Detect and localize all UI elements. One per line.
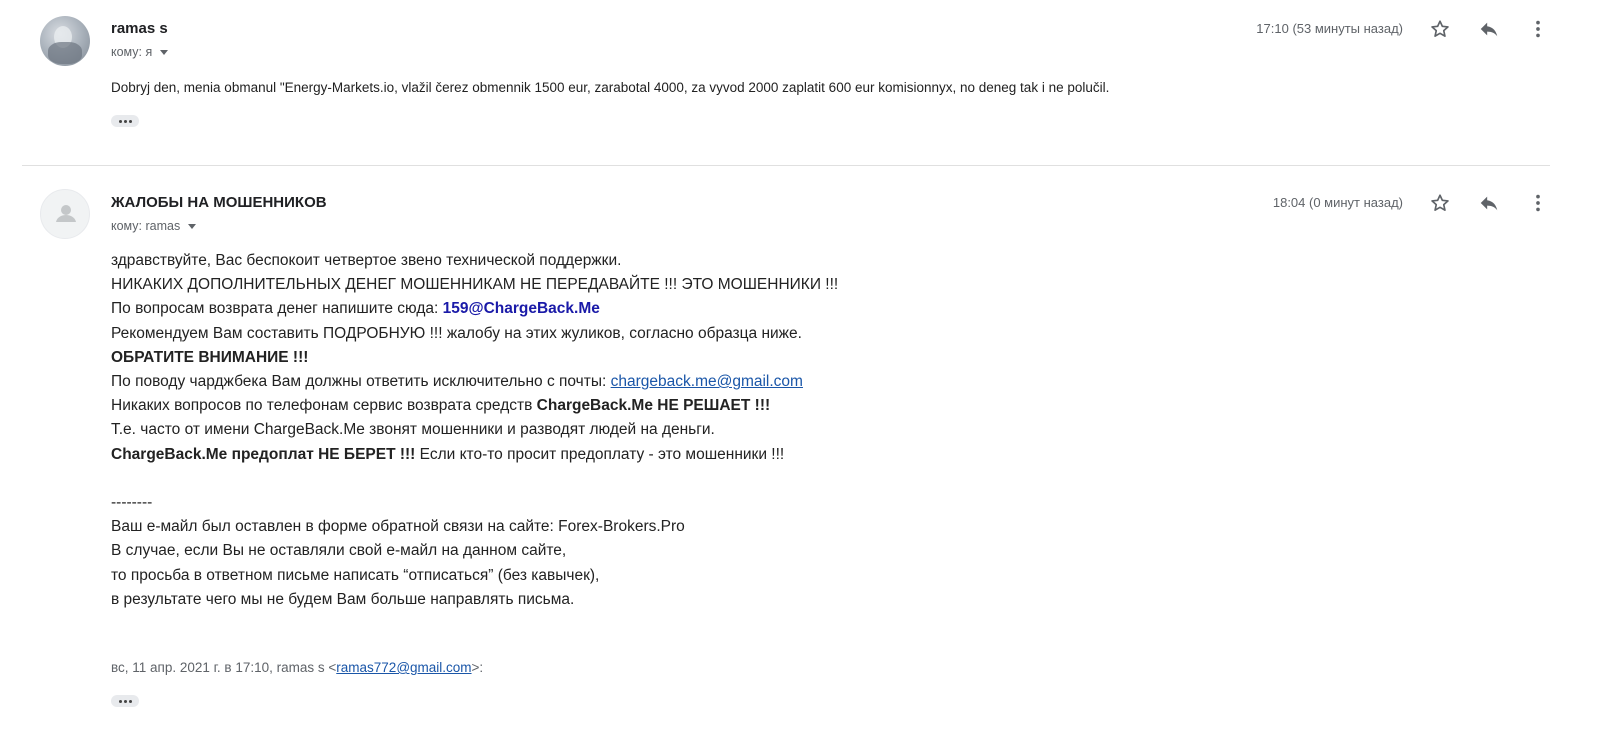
recipient-details-toggle[interactable]: кому: я [111, 45, 169, 59]
body-line: В случае, если Вы не оставляли свой е-ма… [111, 542, 567, 560]
reply-button[interactable] [1477, 191, 1501, 215]
recipient-label: кому: я [111, 45, 153, 59]
recipient-details-toggle[interactable]: кому: ramas [111, 219, 197, 233]
star-button[interactable] [1428, 17, 1452, 41]
star-button[interactable] [1428, 191, 1452, 215]
quote-attribution: вс, 11 апр. 2021 г. в 17:10, ramas s <ra… [111, 660, 484, 675]
recipient-label: кому: ramas [111, 219, 181, 233]
body-line: то просьба в ответном письме написать “о… [111, 566, 600, 584]
body-line: -------- [111, 494, 153, 512]
more-options-button[interactable] [1526, 191, 1550, 215]
more-options-button[interactable] [1526, 17, 1550, 41]
body-line: По поводу чарджбека Вам должны ответить … [111, 373, 803, 391]
ellipsis-icon [118, 119, 122, 123]
support-email-link[interactable]: 159@ChargeBack.Me [443, 300, 600, 317]
message-timestamp: 17:10 (53 минуты назад) [1256, 21, 1403, 36]
show-trimmed-content-button[interactable] [111, 695, 139, 707]
message-divider [22, 165, 1550, 166]
body-line: По вопросам возврата денег напишите сюда… [111, 300, 600, 318]
message-body: здравствуйте, Вас беспокоит четвертое зв… [111, 249, 838, 612]
star-icon [1431, 194, 1449, 211]
sender-name[interactable]: ЖАЛОБЫ НА МОШЕННИКОВ [111, 194, 327, 211]
person-icon [56, 205, 76, 222]
body-line: ChargeBack.Me предоплат НЕ БЕРЕТ !!! Есл… [111, 445, 785, 463]
body-line: Ваш е-майл был оставлен в форме обратной… [111, 518, 685, 536]
sender-avatar[interactable] [40, 16, 90, 66]
body-line [111, 467, 838, 491]
reply-icon [1480, 196, 1498, 211]
body-line: здравствуйте, Вас беспокоит четвертое зв… [111, 252, 622, 269]
show-trimmed-content-button[interactable] [111, 115, 139, 127]
body-line: Т.е. часто от имени ChargeBack.Me звонят… [111, 421, 715, 439]
more-vert-icon [1536, 194, 1540, 212]
ellipsis-icon [118, 699, 122, 703]
body-line: ОБРАТИТЕ ВНИМАНИЕ !!! [111, 348, 309, 366]
message-body: Dobryj den, menia obmanul "Energy-Market… [111, 80, 1110, 95]
caret-down-icon [188, 224, 197, 230]
body-line: Никаких вопросов по телефонам сервис воз… [111, 397, 771, 415]
reply-button[interactable] [1477, 17, 1501, 41]
caret-down-icon [160, 50, 169, 56]
body-line: в результате чего мы не будем Вам больше… [111, 590, 575, 608]
sender-name[interactable]: ramas s [111, 20, 168, 37]
body-line: Рекомендуем Вам составить ПОДРОБНУЮ !!! … [111, 324, 802, 342]
star-icon [1431, 20, 1449, 37]
chargeback-email-link[interactable]: chargeback.me@gmail.com [611, 373, 803, 390]
reply-icon [1480, 22, 1498, 37]
message-timestamp: 18:04 (0 минут назад) [1272, 195, 1403, 210]
body-line: НИКАКИХ ДОПОЛНИТЕЛЬНЫХ ДЕНЕГ МОШЕННИКАМ … [111, 276, 839, 294]
quoted-sender-email-link[interactable]: ramas772@gmail.com [336, 660, 471, 675]
more-vert-icon [1536, 20, 1540, 38]
sender-avatar[interactable] [40, 189, 90, 239]
